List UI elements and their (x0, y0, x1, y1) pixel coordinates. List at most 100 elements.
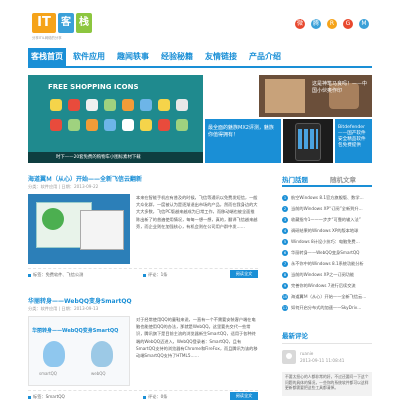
card-icon (50, 119, 62, 131)
list-item-label: 华丽转身——WebQQ变身SmartQQ (291, 250, 360, 255)
slide-right[interactable]: Bitdefender——国产软件安全精品软件包免费提供 (335, 119, 372, 163)
slide-main[interactable]: FREE SHOPPING ICONS 时下——20套免费的购物车小图标素材下载 (28, 75, 203, 163)
list-item[interactable]: 10 海道翼Ｍ（从心）开始——全新飞信云… (282, 291, 372, 302)
comment-date: 2013-09-11 11:08:41 (300, 358, 345, 363)
comment-icon (143, 273, 146, 277)
nav-item-5[interactable]: 友情链接 (200, 48, 242, 66)
nav-item-1[interactable]: 客栈首页 (28, 48, 66, 66)
rank-number: 5 (282, 239, 288, 245)
list-item[interactable]: 1 航空Windows 8.1官方旗舰版、数学… (282, 192, 372, 203)
list-item[interactable]: 9 完善你的Windows 7进行后续交流 (282, 280, 372, 291)
read-more-button[interactable]: 阅读全文 (230, 270, 258, 278)
rss-icon[interactable]: R (327, 19, 337, 29)
mail-icon[interactable]: M (359, 19, 369, 29)
rank-number: 9 (282, 283, 288, 289)
tag-icon (28, 273, 31, 277)
post-tags-text[interactable]: 标签：免费软件、飞信公测 (33, 272, 83, 277)
slide-phone[interactable] (283, 119, 333, 163)
slide-middle[interactable]: 最全面的魅族MX2评测，魅族你值得拥有！ (205, 119, 281, 163)
smartqq-icon (43, 341, 65, 367)
slide-middle-caption: 最全面的魅族MX2评测，魅族你值得拥有！ (208, 125, 274, 138)
nav-item-3[interactable]: 趣闻轶事 (112, 48, 154, 66)
box-icon (86, 119, 98, 131)
slide-top-right[interactable]: 这是神笔马良吗！——中国小伙奥作印 (259, 75, 372, 117)
list-item[interactable]: 3 收藏指令1——一步步“可靠的输入法” (282, 214, 372, 225)
logo-char-1: 客 (58, 13, 74, 33)
rank-number: 7 (282, 261, 288, 267)
thumb-title: 华丽转身——WebQQ变身SmartQQ (32, 328, 119, 334)
list-item[interactable]: 6 华丽转身——WebQQ变身SmartQQ (282, 247, 372, 258)
post-comments-text[interactable]: 评论：1条 (148, 272, 167, 277)
logo-tagline: 分享ITIL网络的分享 (32, 36, 62, 40)
basket-icon (104, 99, 116, 111)
post-1: 海道翼Ｍ（从心）开始——全新飞信云翻新 分类：软件应用 | 日期：2013-09… (28, 174, 258, 284)
list-item-label: 调研结果的Windows XP的版本地球 (291, 228, 359, 233)
sina-weibo-icon[interactable]: 微 (295, 19, 305, 29)
thumb-label-webqq: webQQ (91, 371, 106, 376)
thumb-label-smartqq: smartQQ (39, 371, 57, 376)
webqq-icon (91, 341, 113, 367)
post-excerpt: 对于经常使用QQ的童鞋来说，一直有一个不需要安装客户端在电脑也能使用QQ的办法，… (136, 317, 258, 359)
nav-item-2[interactable]: 软件应用 (68, 48, 110, 66)
read-more-button[interactable]: 阅读全文 (230, 392, 258, 400)
list-item[interactable]: 7 永不你中的Windows 8.1系统功能分析 (282, 258, 372, 269)
post-excerpt: 本来在智能手机应有普及的时候，飞信等通讯以免费发短信，一般大众化群，一度被认为是… (136, 195, 258, 229)
list-item[interactable]: 5 Windows 8计设小技巧：电脑免费… (282, 236, 372, 247)
coin-icon (158, 99, 170, 111)
slide-photo (265, 79, 305, 113)
truck-icon (176, 119, 188, 131)
list-item-label: Windows 8计设小技巧：电脑免费… (291, 239, 360, 244)
hot-topics-list: 1 航空Windows 8.1官方旗舰版、数学… 2 当前的Windows XP“订阅… (282, 192, 372, 313)
tab-random-articles[interactable]: 随机文章 (330, 174, 356, 184)
rank-number: 4 (282, 228, 288, 234)
list-item-label: 永不你中的Windows 8.1系统功能分析 (291, 261, 364, 266)
rank-number: 2 (282, 206, 288, 212)
list-item-label: 海道翼Ｍ（从心）开始——全新飞信云… (291, 294, 367, 299)
tab-hot-topics[interactable]: 热门話题 (282, 174, 308, 184)
slide-top-right-caption: 这是神笔马良吗！——中国小伙奥作印 (312, 81, 368, 94)
thumb-window-2 (80, 210, 124, 250)
store-icon (122, 119, 134, 131)
slide-right-caption: Bitdefender——国产软件安全精品软件包免费提供 (338, 125, 366, 148)
post-title[interactable]: 海道翼Ｍ（从心）开始——全新飞信云翻新 (28, 174, 142, 183)
post-thumbnail[interactable]: 华丽转身——WebQQ变身SmartQQ smartQQ webQQ (28, 316, 130, 386)
bag-icon (176, 99, 188, 111)
site-logo[interactable]: IT 客 栈 分享ITIL网络的分享 (30, 10, 92, 42)
post-tags-text[interactable]: 标签：SmartQQ (33, 394, 65, 399)
logo-it-mark: IT (32, 13, 56, 33)
post-tags: 标签：免费软件、飞信公测 (28, 272, 83, 278)
post-title[interactable]: 华丽转身——WebQQ变身SmartQQ (28, 296, 132, 305)
wallet-icon (140, 99, 152, 111)
thumb-logo (42, 208, 64, 230)
nav-item-6[interactable]: 产品介绍 (244, 48, 286, 66)
recent-comments-title: 最新评论 (282, 332, 308, 340)
main-navigation: 客栈首页 软件应用 趣闻轶事 经验秘籍 友情链接 产品介绍 (28, 48, 372, 68)
gift-icon[interactable]: G (343, 19, 353, 29)
list-item-label: 当前的Windows XP“订阅”全新到升… (291, 206, 363, 211)
shopping-bag-icon (50, 99, 62, 111)
tencent-weibo-icon[interactable]: 腾 (311, 19, 321, 29)
tag-icon (104, 119, 116, 131)
post-thumbnail[interactable] (28, 194, 130, 264)
list-item[interactable]: 11 如何开启分布式的加速——SkyDriv… (282, 302, 372, 313)
comment-text[interactable]: 不要太担心的人都非常的好，不过还要问一下这个问题的具体的情况，一些你的系统软件都… (282, 372, 372, 396)
post-comments: 评论：0条 (143, 394, 167, 400)
logo-char-2: 栈 (76, 13, 92, 33)
list-item[interactable]: 4 调研结果的Windows XP的版本地球 (282, 225, 372, 236)
receipt-icon (140, 119, 152, 131)
nav-item-4[interactable]: 经验秘籍 (156, 48, 198, 66)
site-header: IT 客 栈 分享ITIL网络的分享 微腾RGM (0, 0, 400, 48)
list-item-label: 航空Windows 8.1官方旗舰版、数学… (291, 195, 364, 200)
tag-icon (28, 395, 31, 399)
list-item-label: 当前的Windows XP之一订阅功能 (291, 272, 355, 277)
list-item[interactable]: 8 当前的Windows XP之一订阅功能 (282, 269, 372, 280)
rank-number: 8 (282, 272, 288, 278)
post-comments-text[interactable]: 评论：0条 (148, 394, 167, 399)
gift-box-icon (122, 99, 134, 111)
money-icon (158, 119, 170, 131)
list-item[interactable]: 2 当前的Windows XP“订阅”全新到升… (282, 203, 372, 214)
comment-author[interactable]: ruanie (300, 351, 313, 356)
post-footer: 标签：SmartQQ 评论：0条 阅读全文 (28, 390, 258, 400)
slide-main-caption: 时下——20套免费的购物车小图标素材下载 (28, 152, 203, 163)
avatar[interactable] (282, 350, 296, 364)
